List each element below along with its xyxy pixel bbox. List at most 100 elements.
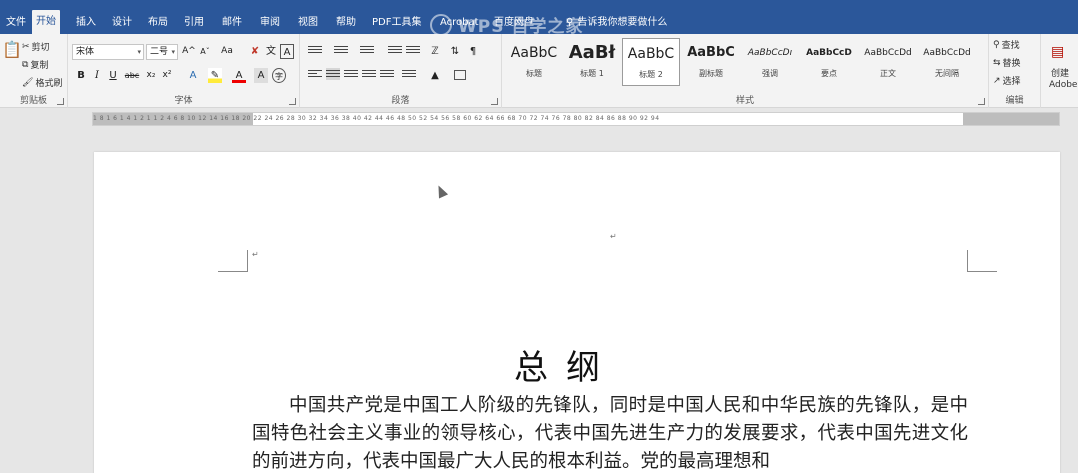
paragraph-group-label: 段落 bbox=[391, 96, 410, 106]
style-heading-2[interactable]: AaBbC 标题 2 bbox=[622, 38, 680, 86]
style-strong[interactable]: AaBbCcD 要点 bbox=[800, 38, 858, 86]
shrink-font-button[interactable]: Aˇ bbox=[198, 44, 212, 59]
document-title[interactable]: 总纲 bbox=[514, 340, 618, 389]
enclose-character-icon[interactable]: 字 bbox=[272, 68, 286, 83]
tab-insert[interactable]: 插入 bbox=[72, 12, 100, 34]
increase-indent-icon[interactable] bbox=[406, 44, 420, 56]
clipboard-group: 📋 ✂ 剪切 ⧉ 复制 🖌 格式刷 剪贴板 bbox=[0, 34, 68, 108]
sort-icon[interactable]: ⇅ bbox=[448, 44, 462, 59]
styles-gallery: AaBbC 标题 AaBł 标题 1 AaBbC 标题 2 AaBbC 副标题 … bbox=[505, 38, 983, 92]
style-heading-1[interactable]: AaBł 标题 1 bbox=[563, 38, 621, 86]
style-title[interactable]: AaBbC 标题 bbox=[505, 38, 563, 86]
font-launcher-icon[interactable] bbox=[289, 98, 296, 105]
font-family-select[interactable]: 宋体 ▾ bbox=[72, 44, 144, 60]
copy-button[interactable]: ⧉ 复制 bbox=[22, 58, 49, 72]
tab-review[interactable]: 审阅 bbox=[256, 12, 284, 34]
style-name: 要点 bbox=[821, 69, 837, 78]
select-button[interactable]: ↗ 选择 bbox=[993, 74, 1021, 88]
style-sample: AaBł bbox=[568, 42, 616, 63]
clear-formatting-icon[interactable]: ✘ bbox=[248, 44, 262, 59]
horizontal-ruler[interactable]: 1 8 1 6 1 4 1 2 1 1 2 4 6 8 10 12 14 16 … bbox=[92, 112, 1060, 126]
style-normal[interactable]: AaBbCcDd 正文 bbox=[859, 38, 917, 86]
character-border-icon[interactable]: A bbox=[280, 44, 294, 59]
cut-label: 剪切 bbox=[31, 43, 50, 53]
line-spacing-icon[interactable] bbox=[402, 68, 416, 80]
shading-icon[interactable]: ▲ bbox=[428, 68, 442, 83]
styles-launcher-icon[interactable] bbox=[978, 98, 985, 105]
justify-icon[interactable] bbox=[362, 68, 376, 80]
paragraph-group: ℤ ⇅ ¶ ▲ 段落 bbox=[300, 34, 502, 108]
ribbon-tab-bar: 文件 开始 插入 设计 布局 引用 邮件 审阅 视图 帮助 PDF工具集 Acr… bbox=[0, 0, 1078, 37]
paste-icon[interactable]: 📋 bbox=[2, 40, 22, 59]
document-page[interactable]: ↵ ↵ 总纲 中国共产党是中国工人阶级的先锋队，同时是中国人民和中华民族的先锋队… bbox=[94, 152, 1060, 473]
font-group-label: 字体 bbox=[174, 96, 193, 106]
align-right-icon[interactable] bbox=[344, 68, 358, 80]
superscript-button[interactable]: x² bbox=[160, 68, 174, 83]
font-color-icon[interactable]: A bbox=[232, 68, 246, 83]
copy-label: 复制 bbox=[30, 61, 49, 71]
font-size-select[interactable]: 二号 ▾ bbox=[146, 44, 178, 60]
multilevel-list-icon[interactable] bbox=[360, 44, 374, 56]
replace-icon: ⇆ bbox=[993, 57, 1001, 68]
style-sample: AaBbCcDd bbox=[923, 48, 971, 58]
text-effects-icon[interactable]: A bbox=[186, 68, 200, 83]
chinese-layout-icon[interactable]: ℤ bbox=[428, 44, 442, 59]
italic-button[interactable]: I bbox=[90, 68, 104, 83]
change-case-button[interactable]: Aa bbox=[218, 44, 236, 59]
style-name: 正文 bbox=[880, 69, 896, 78]
tab-home[interactable]: 开始 bbox=[32, 10, 60, 34]
character-shading-icon[interactable]: A bbox=[254, 68, 268, 83]
show-marks-icon[interactable]: ¶ bbox=[466, 44, 480, 59]
tab-mailings[interactable]: 邮件 bbox=[218, 12, 246, 34]
cut-button[interactable]: ✂ 剪切 bbox=[22, 40, 50, 54]
align-center-icon[interactable] bbox=[326, 68, 340, 80]
style-name: 副标题 bbox=[699, 69, 723, 78]
scissors-icon: ✂ bbox=[22, 41, 30, 52]
style-emphasis[interactable]: AaBbCcDı 强调 bbox=[741, 38, 799, 86]
tab-help[interactable]: 帮助 bbox=[332, 12, 360, 34]
phonetic-guide-icon[interactable]: 文 bbox=[264, 44, 278, 59]
document-paragraph[interactable]: 中国共产党是中国工人阶级的先锋队，同时是中国人民和中华民族的先锋队，是中国特色社… bbox=[252, 392, 968, 473]
tab-layout[interactable]: 布局 bbox=[144, 12, 172, 34]
tab-file[interactable]: 文件 bbox=[2, 12, 30, 34]
copy-icon: ⧉ bbox=[22, 59, 29, 70]
tab-pdf-tools[interactable]: PDF工具集 bbox=[368, 12, 425, 34]
strikethrough-button[interactable]: abc bbox=[124, 68, 140, 83]
replace-button[interactable]: ⇆ 替换 bbox=[993, 56, 1021, 70]
styles-group-label: 样式 bbox=[735, 96, 754, 106]
clipboard-launcher-icon[interactable] bbox=[57, 98, 64, 105]
tell-me-box[interactable]: ⚲ 告诉我你想要做什么 bbox=[566, 12, 667, 34]
numbering-icon[interactable] bbox=[334, 44, 348, 56]
paragraph-launcher-icon[interactable] bbox=[491, 98, 498, 105]
tab-view[interactable]: 视图 bbox=[294, 12, 322, 34]
format-painter-button[interactable]: 🖌 格式刷 bbox=[22, 76, 63, 90]
style-name: 标题 bbox=[526, 69, 542, 78]
pdf-icon[interactable]: ▤ bbox=[1051, 44, 1064, 60]
style-name: 标题 2 bbox=[639, 70, 663, 79]
style-sample: AaBbCcD bbox=[806, 48, 852, 58]
style-sample: AaBbCcDı bbox=[747, 48, 793, 58]
grow-font-button[interactable]: A^ bbox=[182, 44, 196, 59]
paintbrush-icon: 🖌 bbox=[22, 77, 34, 88]
style-sample: AaBbC bbox=[627, 46, 675, 62]
style-no-spacing[interactable]: AaBbCcDd 无间隔 bbox=[918, 38, 976, 86]
tab-design[interactable]: 设计 bbox=[108, 12, 136, 34]
paragraph-mark-icon: ↵ bbox=[252, 250, 259, 259]
bold-button[interactable]: B bbox=[74, 68, 88, 83]
underline-button[interactable]: U bbox=[106, 68, 120, 83]
format-painter-label: 格式刷 bbox=[35, 79, 63, 89]
distributed-icon[interactable] bbox=[380, 68, 394, 80]
select-arrow-icon: ↗ bbox=[993, 75, 1001, 86]
ribbon: 📋 ✂ 剪切 ⧉ 复制 🖌 格式刷 剪贴板 宋体 ▾ 二号 ▾ A^ Aˇ Aa ✘… bbox=[0, 34, 1078, 108]
tab-references[interactable]: 引用 bbox=[180, 12, 208, 34]
subscript-button[interactable]: x₂ bbox=[144, 68, 158, 83]
paragraph-mark-icon: ↵ bbox=[610, 232, 617, 241]
find-button[interactable]: ⚲ 查找 bbox=[993, 38, 1020, 52]
decrease-indent-icon[interactable] bbox=[388, 44, 402, 56]
borders-icon[interactable] bbox=[454, 70, 466, 80]
align-left-icon[interactable] bbox=[308, 68, 322, 80]
highlight-icon[interactable]: ✎ bbox=[208, 68, 222, 83]
style-sample: AaBbC bbox=[510, 45, 558, 61]
bullets-icon[interactable] bbox=[308, 44, 322, 56]
style-subtitle[interactable]: AaBbC 副标题 bbox=[682, 38, 740, 86]
